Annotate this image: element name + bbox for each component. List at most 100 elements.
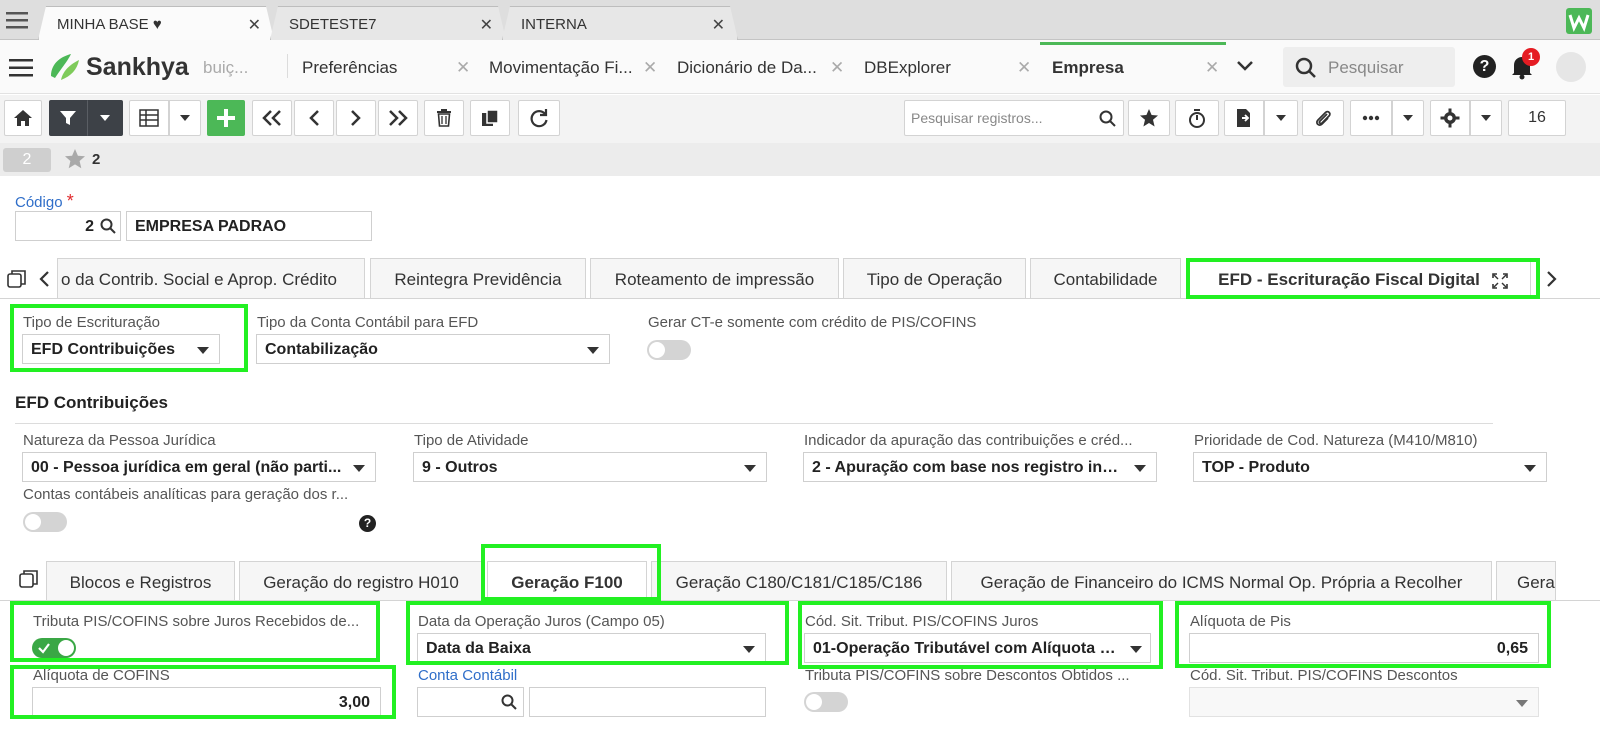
close-icon[interactable]: ✕ (1017, 58, 1031, 78)
next-record-button[interactable] (336, 100, 376, 136)
subtabs-bottom-border (0, 600, 1600, 601)
tab-contrib-social[interactable]: o da Contrib. Social e Aprop. Crédito (57, 258, 365, 298)
delete-button[interactable] (424, 100, 464, 136)
help-icon[interactable]: ? (1473, 55, 1496, 78)
attachments-button[interactable] (1302, 100, 1344, 136)
more-actions-button[interactable] (1350, 100, 1392, 136)
tipo-conta-select[interactable]: Contabilização (256, 334, 610, 364)
tab-preferencias[interactable]: Preferências (302, 58, 397, 78)
tabs-overflow-chevron-down-icon[interactable] (1236, 60, 1254, 72)
aliquota-cofins-input[interactable]: 3,00 (32, 687, 381, 717)
brand-logo[interactable]: Sankhya (47, 52, 189, 82)
browser-tab-minha-base[interactable]: MINHA BASE ♥ ✕ (38, 6, 274, 40)
tab-efd[interactable]: EFD - Escrituração Fiscal Digital (1189, 258, 1531, 298)
caret-down-icon (353, 465, 365, 472)
copy-icon[interactable] (7, 269, 27, 289)
home-button[interactable] (4, 100, 42, 136)
duplicate-button[interactable] (470, 100, 510, 136)
favorite-button[interactable] (1128, 100, 1170, 136)
subtab-geracao-h010[interactable]: Geração do registro H010 (239, 561, 483, 601)
contas-contabeis-toggle[interactable] (23, 512, 67, 532)
tab-dicionario[interactable]: Dicionário de Da... (677, 58, 817, 78)
subtab-geracao-financeiro-icms[interactable]: Geração de Financeiro do ICMS Normal Op.… (951, 561, 1492, 601)
cod-sit-juros-select[interactable]: 01-Operação Tributável com Alíquota B... (804, 633, 1151, 663)
browser-tab-sdeteste7[interactable]: SDETESTE7 ✕ (270, 6, 506, 40)
trash-icon (437, 109, 451, 127)
close-icon[interactable]: ✕ (830, 58, 844, 78)
tributa-descontos-toggle[interactable] (804, 692, 848, 712)
timer-button[interactable] (1175, 100, 1219, 136)
chevron-right-icon[interactable] (1546, 271, 1558, 287)
cod-sit-juros-value: 01-Operação Tributável com Alíquota B... (813, 640, 1125, 657)
user-avatar[interactable] (1556, 52, 1586, 82)
first-record-button[interactable] (252, 100, 292, 136)
grid-view-dropdown-button[interactable] (169, 100, 201, 136)
tab-movimentacao[interactable]: Movimentação Fi... (489, 58, 633, 78)
grid-view-button[interactable] (129, 100, 169, 136)
gerar-cte-toggle[interactable] (647, 340, 691, 360)
close-icon[interactable]: ✕ (712, 15, 725, 35)
refresh-button[interactable] (518, 100, 560, 136)
empresa-name-field: EMPRESA PADRAO (126, 211, 372, 241)
search-icon (1295, 57, 1316, 78)
records-search-input[interactable]: Pesquisar registros... (904, 100, 1124, 136)
conta-contabil-label[interactable]: Conta Contábil (418, 667, 517, 684)
tab-tipo-operacao[interactable]: Tipo de Operação (843, 258, 1026, 298)
more-actions-dropdown-button[interactable] (1392, 100, 1424, 136)
app-logo-icon[interactable] (1566, 8, 1592, 34)
page-size-input[interactable]: 16 (1508, 100, 1566, 136)
cod-sit-descontos-select[interactable] (1189, 687, 1539, 717)
tab-dbexplorer[interactable]: DBExplorer (864, 58, 951, 78)
tab-label: Geração F100 (511, 573, 623, 592)
filter-button[interactable] (49, 100, 87, 136)
close-icon[interactable]: ✕ (643, 58, 657, 78)
conta-contabil-code-input[interactable] (417, 687, 524, 717)
main-menu-icon[interactable] (9, 59, 33, 77)
tipo-escrituracao-select[interactable]: EFD Contribuições (22, 334, 220, 364)
export-dropdown-button[interactable] (1264, 100, 1298, 136)
tab-empresa[interactable]: Empresa (1052, 58, 1124, 78)
browser-tab-interna[interactable]: INTERNA ✕ (502, 6, 738, 40)
close-icon[interactable]: ✕ (480, 15, 493, 35)
tab-label: Contabilidade (1053, 270, 1158, 289)
hamburger-menu-icon[interactable] (6, 11, 28, 29)
subtab-blocos-registros[interactable]: Blocos e Registros (46, 561, 235, 601)
codigo-input[interactable]: 2 (15, 211, 121, 241)
subtab-geracao-c180[interactable]: Geração C180/C181/C185/C186 (651, 561, 947, 601)
caret-down-icon (587, 347, 599, 354)
star-icon[interactable] (64, 148, 86, 170)
help-icon[interactable]: ? (359, 515, 376, 532)
add-record-button[interactable] (207, 100, 245, 136)
status-row: 2 2 (0, 143, 1600, 176)
settings-dropdown-button[interactable] (1470, 100, 1502, 136)
global-search[interactable]: Pesquisar (1283, 47, 1455, 87)
expand-icon[interactable] (1492, 273, 1508, 289)
search-icon[interactable] (501, 694, 517, 710)
tab-distribuicao[interactable]: buiç... (203, 58, 248, 78)
previous-record-button[interactable] (294, 100, 334, 136)
tab-reintegra-previdencia[interactable]: Reintegra Previdência (370, 258, 586, 298)
natureza-select[interactable]: 00 - Pessoa jurídica em geral (não parti… (22, 452, 376, 482)
prioridade-select[interactable]: TOP - Produto (1193, 452, 1547, 482)
search-icon[interactable] (100, 218, 116, 234)
settings-button[interactable] (1430, 100, 1470, 136)
close-icon[interactable]: ✕ (248, 15, 261, 35)
prioridade-value: TOP - Produto (1202, 459, 1310, 476)
search-icon[interactable] (1099, 110, 1117, 128)
subtab-geracao-f100[interactable]: Geração F100 (487, 561, 647, 601)
filter-dropdown-button[interactable] (87, 100, 123, 136)
close-icon[interactable]: ✕ (456, 58, 470, 78)
last-record-button[interactable] (378, 100, 418, 136)
indicador-select[interactable]: 2 - Apuração com base nos registro indi.… (803, 452, 1157, 482)
chevron-left-icon[interactable] (38, 271, 50, 287)
close-icon[interactable]: ✕ (1205, 58, 1219, 78)
tributa-juros-toggle[interactable] (32, 638, 76, 658)
aliquota-pis-input[interactable]: 0,65 (1189, 633, 1539, 663)
data-operacao-select[interactable]: Data da Baixa (417, 633, 766, 663)
tab-contabilidade[interactable]: Contabilidade (1030, 258, 1181, 298)
tab-roteamento-impressao[interactable]: Roteamento de impressão (590, 258, 839, 298)
tipo-atividade-select[interactable]: 9 - Outros (413, 452, 767, 482)
subtab-gera[interactable]: Gera (1496, 561, 1556, 601)
export-button[interactable] (1224, 100, 1264, 136)
copy-icon[interactable] (19, 569, 39, 589)
